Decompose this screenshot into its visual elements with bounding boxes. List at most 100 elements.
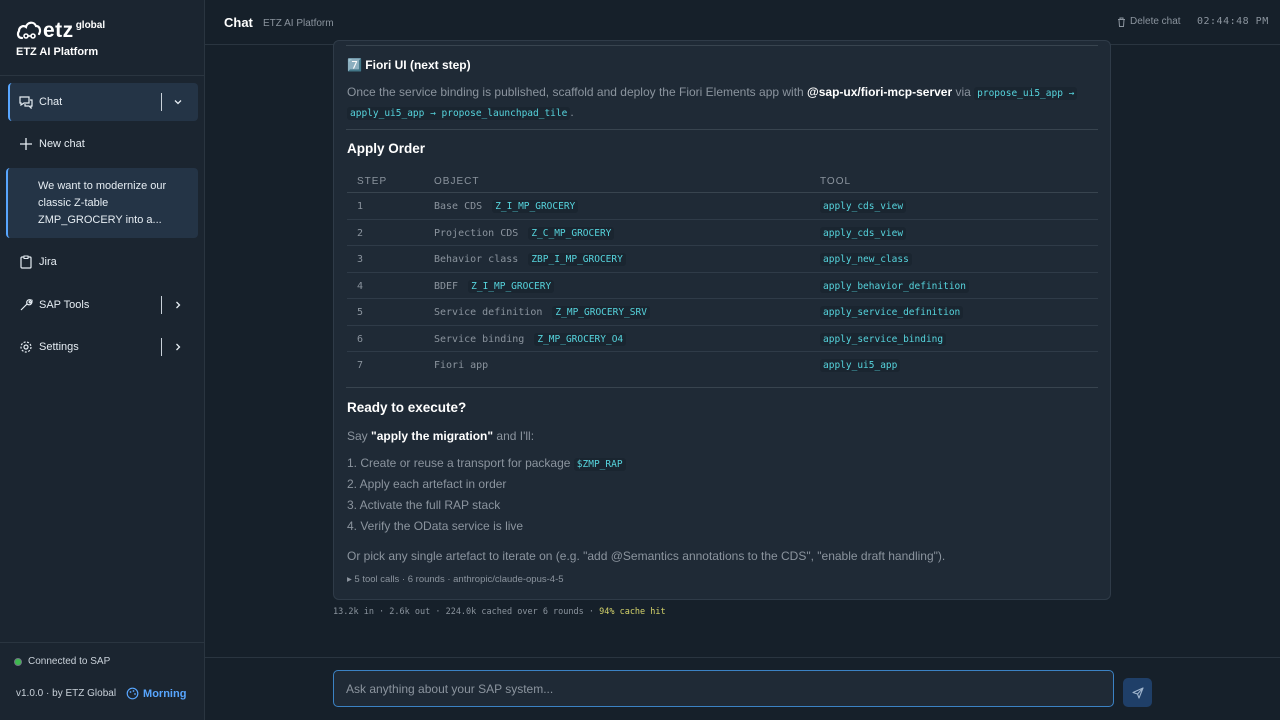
sidebar-item-label: SAP Tools xyxy=(39,299,90,311)
connection-status-label: Connected to SAP xyxy=(28,656,111,667)
text: 1. Create or reuse a transport for packa… xyxy=(347,456,574,470)
object-cell: Service definition Z_MP_GROCERY_SRV xyxy=(434,306,650,319)
text: and I'll: xyxy=(493,429,535,443)
step-cell: 3 xyxy=(357,254,364,265)
object-cell: Fiori app xyxy=(434,360,488,371)
delete-chat-button[interactable]: Delete chat xyxy=(1117,16,1181,27)
step-cell: 7 xyxy=(357,360,364,371)
recent-chat-item[interactable]: We want to modernize our classic Z-table… xyxy=(6,168,198,238)
logo-superscript: global xyxy=(75,20,106,31)
table-row: 1 Base CDS Z_I_MP_GROCERY apply_cds_view xyxy=(347,193,1098,220)
divider xyxy=(346,129,1098,130)
chat-icon xyxy=(19,96,33,109)
tool-cell: apply_service_definition xyxy=(820,306,964,319)
fiori-server-name: @sap-ux/fiori-mcp-server xyxy=(807,85,953,99)
theme-toggle[interactable]: Morning xyxy=(126,687,186,700)
object-name: Fiori app xyxy=(434,360,489,371)
palette-icon xyxy=(126,687,139,700)
platform-name: ETZ AI Platform xyxy=(16,46,99,58)
table-row: 5 Service definition Z_MP_GROCERY_SRV ap… xyxy=(347,299,1098,326)
sidebar-item-sap-tools[interactable]: SAP Tools xyxy=(8,286,198,324)
object-code: Z_MP_GROCERY_O4 xyxy=(534,332,627,346)
tool-cell: apply_cds_view xyxy=(820,200,907,213)
tool-cell: apply_cds_view xyxy=(820,226,907,240)
table-header: STEP OBJECT TOOL xyxy=(347,168,1098,193)
table-row: 7 Fiori app apply_ui5_app xyxy=(347,352,1098,379)
step-cell: 1 xyxy=(357,201,364,212)
send-button[interactable] xyxy=(1123,678,1152,707)
theme-label: Morning xyxy=(143,687,187,700)
column-header-tool: TOOL xyxy=(820,176,852,187)
connection-status: Connected to SAP xyxy=(14,656,110,667)
sidebar-item-label: Chat xyxy=(39,96,63,108)
send-icon xyxy=(1131,686,1144,699)
object-cell: Behavior class ZBP_I_MP_GROCERY xyxy=(434,253,626,266)
object-name: Projection CDS xyxy=(434,227,519,239)
inline-code: propose_ui5_app → xyxy=(974,87,1078,100)
version-label: v1.0.0 · by ETZ Global xyxy=(16,688,117,699)
chevron-right-icon[interactable] xyxy=(172,341,184,353)
clock: 02:44:48 PM xyxy=(1197,16,1269,27)
object-name: Service definition xyxy=(434,307,543,318)
say-line: Say "apply the migration" and I'll: xyxy=(347,429,534,443)
pick-paragraph: Or pick any single artefact to iterate o… xyxy=(347,549,946,563)
list-item: 1. Create or reuse a transport for packa… xyxy=(347,456,626,477)
list-item: 3. Activate the full RAP stack xyxy=(347,498,501,512)
fiori-paragraph: Once the service binding is published, s… xyxy=(347,83,1097,123)
object-name: Behavior class xyxy=(434,254,519,265)
fiori-heading: 7️⃣ Fiori UI (next step) xyxy=(347,58,471,72)
plus-icon xyxy=(20,138,32,150)
sidebar-item-jira[interactable]: Jira xyxy=(8,243,198,281)
object-cell: BDEF Z_I_MP_GROCERY xyxy=(434,279,555,293)
object-code: Z_MP_GROCERY_SRV xyxy=(552,306,650,319)
trash-icon xyxy=(1118,17,1125,27)
version-row: v1.0.0 · by ETZ Global Morning xyxy=(16,687,186,700)
cache-hit-badge: 94% cache hit xyxy=(599,607,666,617)
chevron-right-icon[interactable] xyxy=(172,299,184,311)
tool-code: apply_service_binding xyxy=(820,332,947,346)
sidebar-item-settings[interactable]: Settings xyxy=(8,328,198,366)
object-code: Z_C_MP_GROCERY xyxy=(528,226,615,240)
table-row: 6 Service binding Z_MP_GROCERY_O4 apply_… xyxy=(347,326,1098,352)
column-header-step: STEP xyxy=(357,176,388,187)
page-title: Chat xyxy=(224,15,253,30)
clipboard-icon xyxy=(20,255,32,269)
chevron-down-icon[interactable] xyxy=(172,96,184,108)
text: via xyxy=(952,85,975,99)
object-cell: Projection CDS Z_C_MP_GROCERY xyxy=(434,226,615,240)
step-cell: 6 xyxy=(357,333,364,345)
sidebar-item-label: Jira xyxy=(39,256,57,268)
text: Once the service binding is published, s… xyxy=(347,85,808,99)
list-item: 4. Verify the OData service is live xyxy=(347,519,524,533)
sidebar-item-label: Settings xyxy=(39,341,79,353)
sidebar-item-chat[interactable]: Chat xyxy=(8,83,198,121)
new-chat-button[interactable]: New chat xyxy=(8,125,198,163)
list-item: 2. Apply each artefact in order xyxy=(347,477,507,491)
chat-input[interactable] xyxy=(333,670,1114,707)
step-cell: 2 xyxy=(357,227,364,239)
object-code: Z_I_MP_GROCERY xyxy=(468,279,555,293)
tool-calls-toggle[interactable]: ▸ 5 tool calls · 6 rounds · anthropic/cl… xyxy=(347,574,564,585)
table-row: 4 BDEF Z_I_MP_GROCERY apply_behavior_def… xyxy=(347,273,1098,299)
apply-order-heading: Apply Order xyxy=(347,141,426,156)
logo-text: etz xyxy=(43,19,74,42)
text: Say xyxy=(347,429,372,443)
tool-code: apply_cds_view xyxy=(820,226,907,240)
ready-heading: Ready to execute? xyxy=(347,400,467,415)
token-stats: 13.2k in · 2.6k out · 224.0k cached over… xyxy=(333,607,666,617)
object-cell: Base CDS Z_I_MP_GROCERY xyxy=(434,200,579,213)
object-code: ZBP_I_MP_GROCERY xyxy=(528,253,626,266)
tool-cell: apply_ui5_app xyxy=(820,359,901,372)
tool-code: apply_service_definition xyxy=(820,306,964,319)
tool-cell: apply_new_class xyxy=(820,253,912,266)
top-header: Chat ETZ AI Platform Delete chat 02:44:4… xyxy=(205,0,1280,45)
cloud-logo-icon xyxy=(16,21,42,40)
separator xyxy=(161,93,162,111)
step-list: 1. Create or reuse a transport for packa… xyxy=(347,456,626,540)
separator xyxy=(161,296,162,314)
sidebar-divider xyxy=(0,642,204,643)
object-name: BDEF xyxy=(434,280,459,292)
divider xyxy=(346,45,1098,46)
inline-code: apply_ui5_app → propose_launchpad_tile xyxy=(347,107,571,120)
gear-icon xyxy=(20,341,32,353)
